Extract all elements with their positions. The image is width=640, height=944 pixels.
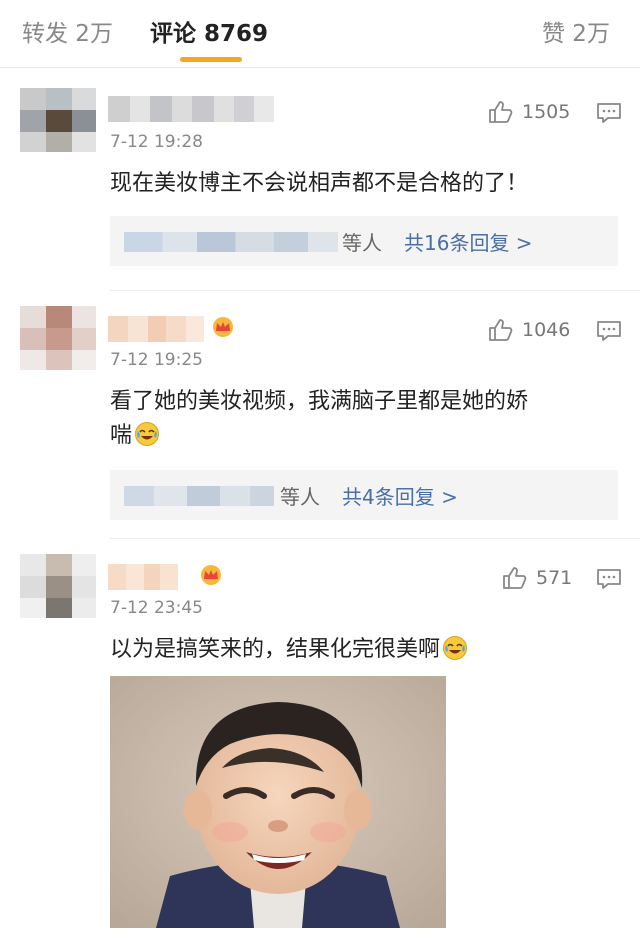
replies-count-link[interactable]: 共16条回复 > [404,227,533,256]
comment-time: 7-12 19:25 [110,350,203,370]
like-button[interactable]: 1046 [488,318,570,342]
tab-likes[interactable]: 赞 2万 [542,14,610,48]
laugh-cry-emoji-icon [135,422,160,446]
comment-text: 现在美妆博主不会说相声都不是合格的了！ [110,171,529,196]
comment-time: 7-12 23:45 [110,598,203,618]
thumbs-up-icon [489,101,513,123]
replies-summary[interactable]: 等人 共4条回复 > [110,470,618,520]
like-button[interactable]: 571 [502,566,572,590]
replies-users-suffix: 等人 [280,485,320,509]
comment-tabs: 转发 2万 评论 8769 赞 2万 [0,0,640,64]
replies-users-suffix: 等人 [342,231,382,255]
replies-count-link[interactable]: 共4条回复 > [342,481,458,510]
like-count: 1046 [522,319,571,341]
avatar[interactable] [20,88,96,152]
comment-text: 以为是搞笑来的，结果化完很美啊 [110,637,441,662]
laugh-cry-emoji-icon [443,636,468,660]
comment-time: 7-12 19:28 [110,132,203,152]
comment-text-line: 以为是搞笑来的，结果化完很美啊 [110,632,468,668]
avatar[interactable] [20,554,96,618]
tab-comments[interactable]: 评论 8769 [150,14,268,48]
comment-bubble-icon[interactable] [596,320,622,342]
divider [110,290,640,291]
comment-bubble-icon[interactable] [596,568,622,590]
active-tab-indicator [180,57,242,62]
thumbs-up-icon [489,319,513,341]
comment-bubble-icon[interactable] [596,102,622,124]
username-blurred[interactable] [108,96,274,122]
comment-text-line: 喘 [110,418,160,454]
crown-badge-icon [201,565,221,585]
avatar[interactable] [20,306,96,370]
replies-summary[interactable]: 等人 共16条回复 > [110,216,618,266]
like-button[interactable]: 1505 [488,100,570,124]
username-blurred[interactable] [108,316,204,342]
comment-image[interactable] [110,676,446,928]
tab-reposts[interactable]: 转发 2万 [22,14,113,48]
like-count: 1505 [522,101,571,123]
thumbs-up-icon [503,567,527,589]
comment-text-line: 看了她的美妆视频，我满脑子里都是她的娇 [110,389,529,414]
username-blurred[interactable] [108,564,178,590]
comment-text-tail: 喘 [110,423,133,448]
crown-badge-icon [213,317,233,337]
like-count: 571 [536,567,573,589]
divider [110,538,640,539]
divider [0,67,640,68]
